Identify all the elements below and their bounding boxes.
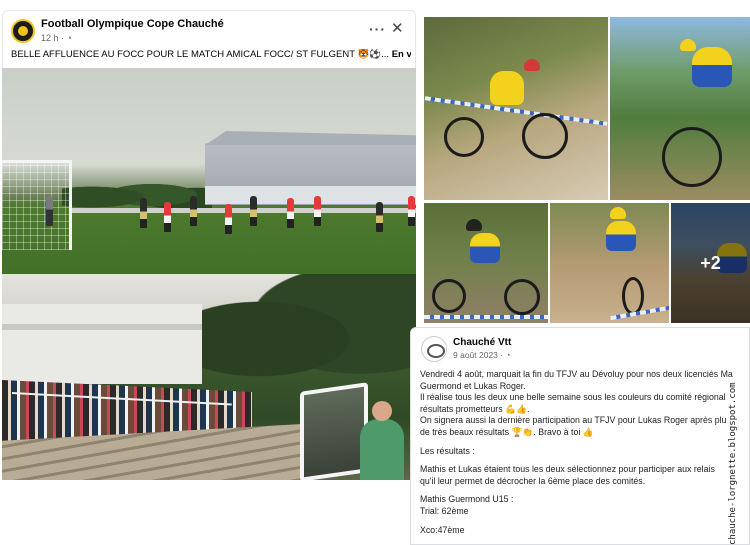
bike-wheel: [522, 113, 568, 159]
result-xco: Xco:47ème: [420, 524, 465, 535]
rider: [606, 221, 636, 251]
bike-wheel: [622, 277, 644, 315]
trees: [192, 274, 416, 404]
goal-net: [2, 160, 72, 250]
clubhouse: [2, 304, 202, 384]
football-match-photo[interactable]: [2, 68, 416, 282]
body-line: Il réalise tous les deux une belle semai…: [420, 392, 726, 403]
player: [164, 202, 171, 232]
body-line: Guermond et Lukas Roger.: [420, 380, 526, 391]
more-options-button[interactable]: ···: [369, 21, 386, 37]
bike-wheel: [444, 117, 484, 157]
close-icon[interactable]: ✕: [391, 19, 404, 37]
body-line: résultats prometteurs 💪👍.: [420, 403, 530, 414]
post-header: Football Olympique Cope Chauché 12 h · ◔…: [2, 10, 416, 72]
player: [287, 198, 294, 228]
bike-wheel: [662, 127, 722, 187]
timestamp-text: 12 h ·: [41, 33, 67, 43]
crowd-photo[interactable]: [2, 274, 416, 480]
player: [376, 202, 383, 232]
post-timestamp[interactable]: 12 h · ◔: [41, 33, 72, 43]
phone-screen: [300, 382, 368, 480]
see-more-link[interactable]: En voir plus: [392, 49, 411, 60]
building-facade: [205, 186, 416, 204]
body-line: Mathis et Lukas étaient tous les deux sé…: [420, 464, 715, 475]
post-text: BELLE AFFLUENCE AU FOCC POUR LE MATCH AM…: [11, 49, 411, 60]
player: [140, 198, 147, 228]
body-line: de très beaux résultats 🏆👏. Bravo à toi …: [420, 426, 594, 437]
globe-icon: ◔: [66, 33, 72, 43]
player: [314, 196, 321, 226]
mtb-photo-2[interactable]: [610, 17, 750, 200]
football-post-card: Football Olympique Cope Chauché 12 h · ◔…: [2, 10, 416, 480]
post-body: Vendredi 4 août, marquait la fin du TFJV…: [420, 369, 749, 536]
player: [250, 196, 257, 226]
rider: [470, 233, 500, 263]
player: [225, 204, 232, 234]
date-text: 9 août 2023 ·: [453, 350, 506, 360]
more-photos-overlay[interactable]: +2: [671, 203, 750, 323]
bike-wheel: [432, 279, 466, 313]
course-tape: [424, 315, 548, 319]
rider: [692, 47, 732, 87]
helmet: [466, 219, 482, 231]
body-line: Vendredi 4 août, marquait la fin du TFJV…: [420, 369, 733, 379]
post-caption: BELLE AFFLUENCE AU FOCC POUR LE MATCH AM…: [11, 49, 392, 60]
page-name[interactable]: Chauché Vtt: [453, 337, 511, 348]
result-trial: Trial: 62ème: [420, 505, 469, 516]
player: [190, 196, 197, 226]
vtt-post-card: Chauché Vtt 9 août 2023 · ◔ Vendredi 4 a…: [410, 327, 750, 545]
player: [408, 196, 415, 226]
page-name[interactable]: Football Olympique Cope Chauché: [41, 18, 224, 30]
post-date[interactable]: 9 août 2023 · ◔: [453, 350, 511, 360]
athlete-name: Mathis Guermond U15 :: [420, 494, 514, 505]
results-title: Les résultats :: [420, 445, 475, 456]
bike-wheel: [504, 279, 540, 315]
globe-icon: ◔: [505, 350, 511, 360]
club-logo-avatar[interactable]: [11, 19, 35, 43]
mtb-photo-1[interactable]: [424, 17, 608, 200]
spectator-green: [360, 401, 404, 480]
pitch-fence: [72, 208, 416, 213]
helmet: [610, 207, 626, 219]
mtb-photo-4[interactable]: [550, 203, 669, 323]
helmet: [680, 39, 696, 51]
screenshot-collage: Football Olympique Cope Chauché 12 h · ◔…: [0, 0, 750, 545]
body-line: On signera aussi la dernière participati…: [420, 415, 727, 426]
helmet: [524, 59, 540, 71]
goalkeeper: [46, 196, 53, 226]
blog-watermark: chauche-lorgnette.blogspot.com: [728, 382, 738, 545]
mtb-photo-3[interactable]: [424, 203, 548, 323]
rider: [490, 71, 524, 105]
vtt-club-avatar[interactable]: [421, 336, 447, 362]
body-line: qu'il leur permet de décrocher la 6ème p…: [420, 475, 646, 486]
